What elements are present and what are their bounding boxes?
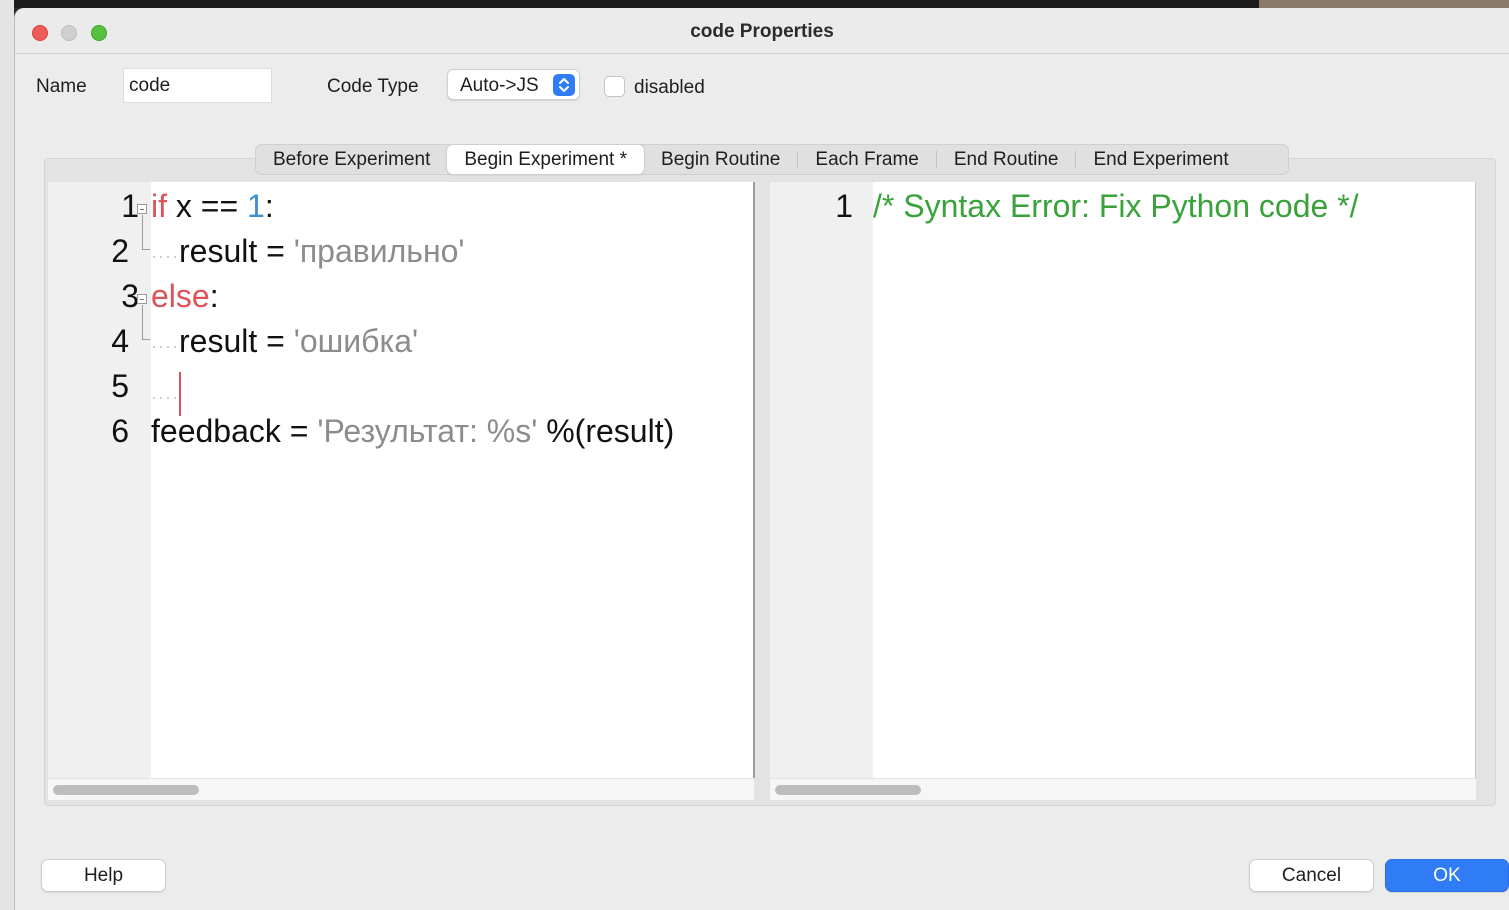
line-number: 4 (111, 323, 129, 359)
indent-guide: ···· (151, 387, 179, 407)
name-label: Name (36, 76, 87, 97)
line-number: 2 (111, 233, 129, 269)
keyword-token: else (151, 278, 210, 314)
number-token: 1 (247, 188, 265, 224)
disabled-checkbox[interactable] (604, 76, 625, 97)
python-editor-scrollbar[interactable] (48, 778, 754, 800)
desktop-background-left (0, 0, 14, 910)
line-number-gutter (770, 182, 873, 778)
window-title: code Properties (690, 21, 834, 42)
line-number: 6 (111, 413, 129, 449)
code-token: result = (178, 233, 294, 269)
code-token: %(result) (537, 413, 675, 449)
cancel-button[interactable]: Cancel (1249, 859, 1374, 892)
line-number: 1 (835, 188, 853, 224)
code-token: x == (167, 188, 248, 224)
indent-guide: ···· (151, 336, 179, 356)
chevron-up-down-icon (553, 74, 575, 96)
javascript-code-editor[interactable]: 1 /* Syntax Error: Fix Python code */ (770, 182, 1476, 800)
code-type-select[interactable]: Auto->JS (447, 69, 580, 100)
fold-collapse-icon[interactable] (137, 204, 147, 214)
code-token: : (209, 278, 219, 314)
line-number: 3 (121, 278, 139, 314)
disabled-label: disabled (634, 77, 705, 98)
line-number: 5 (111, 368, 129, 404)
editor-splitter[interactable] (753, 182, 755, 778)
python-code-editor[interactable]: 1 2 3 4 5 6 if x == 1: ····result = 'пра… (48, 182, 754, 800)
code-line-2: ····result = 'правильно' (151, 233, 465, 270)
ok-button[interactable]: OK (1385, 859, 1509, 892)
tab-before-experiment[interactable]: Before Experiment (256, 145, 447, 174)
tab-each-frame[interactable]: Each Frame (798, 145, 935, 174)
code-tab-bar: Before Experiment Begin Experiment * Beg… (255, 144, 1289, 175)
name-input[interactable] (123, 68, 272, 103)
code-type-value: Auto->JS (460, 75, 539, 96)
help-button[interactable]: Help (41, 859, 166, 892)
tab-end-experiment[interactable]: End Experiment (1076, 145, 1245, 174)
line-number: 1 (121, 188, 139, 224)
code-line-4: ····result = 'ошибка' (151, 323, 418, 360)
scrollbar-thumb[interactable] (53, 785, 199, 795)
fold-guide-line (142, 215, 150, 250)
code-line-1: if x == 1: (151, 188, 274, 225)
scrollbar-thumb[interactable] (775, 785, 921, 795)
text-cursor (179, 372, 181, 416)
string-token: 'ошибка' (293, 323, 419, 359)
string-token: 'Результат: %s' (317, 413, 538, 449)
js-code-line-1: /* Syntax Error: Fix Python code */ (873, 188, 1359, 224)
code-line-5: ···· (151, 374, 179, 411)
line-number-gutter (48, 182, 151, 778)
tab-begin-experiment[interactable]: Begin Experiment * (447, 145, 645, 174)
code-token: result = (178, 323, 294, 359)
title-bar: code Properties (15, 8, 1509, 54)
tab-end-routine[interactable]: End Routine (937, 145, 1076, 174)
fold-guide-line (142, 305, 150, 340)
js-editor-scrollbar[interactable] (770, 778, 1476, 800)
fold-collapse-icon[interactable] (137, 294, 147, 304)
code-token: : (264, 188, 274, 224)
code-token: feedback = (151, 413, 318, 449)
tab-begin-routine[interactable]: Begin Routine (644, 145, 797, 174)
code-line-3: else: (151, 278, 219, 315)
code-type-label: Code Type (327, 76, 419, 97)
desktop-background-right (1259, 0, 1509, 8)
code-line-6: feedback = 'Результат: %s' %(result) (151, 413, 674, 450)
string-token: 'правильно' (293, 233, 465, 269)
indent-guide: ···· (151, 246, 179, 266)
keyword-token: if (151, 188, 167, 224)
code-properties-dialog: code Properties Name Code Type Auto->JS … (14, 8, 1509, 910)
